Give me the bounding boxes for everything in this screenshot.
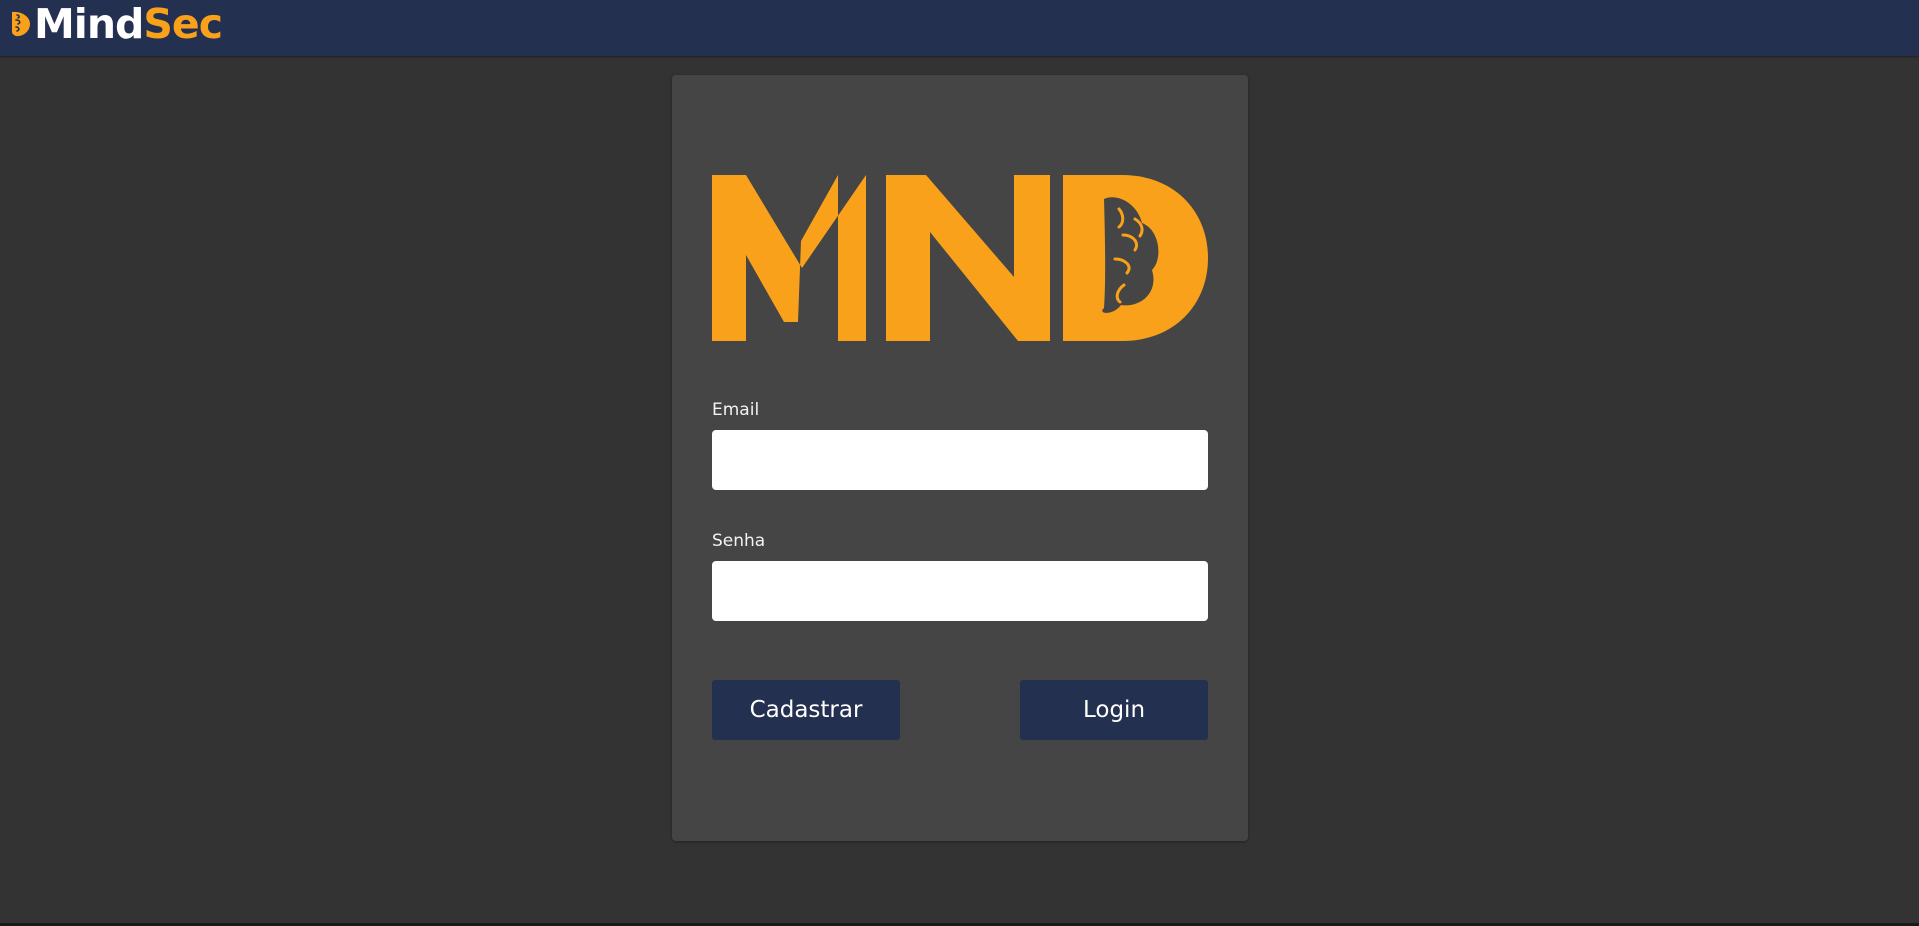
login-card: Email Senha Cadastrar Login bbox=[672, 75, 1248, 841]
brand-name-mind: Mind bbox=[34, 0, 144, 48]
brain-icon bbox=[12, 11, 30, 37]
email-label: Email bbox=[712, 400, 760, 420]
login-button[interactable]: Login bbox=[1020, 680, 1208, 740]
password-label: Senha bbox=[712, 531, 766, 551]
register-button[interactable]: Cadastrar bbox=[712, 680, 900, 740]
brand-name: MindSec bbox=[34, 0, 223, 48]
brand-logo[interactable]: MindSec bbox=[8, 0, 223, 48]
email-field[interactable] bbox=[712, 430, 1208, 490]
top-navbar: MindSec bbox=[0, 0, 1919, 56]
brand-name-sec: Sec bbox=[143, 0, 223, 48]
password-field[interactable] bbox=[712, 561, 1208, 621]
mnd-logo bbox=[712, 175, 1208, 341]
